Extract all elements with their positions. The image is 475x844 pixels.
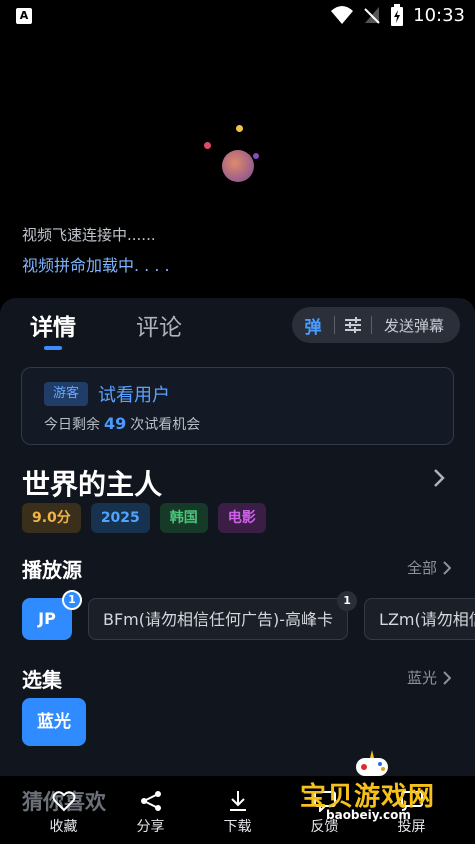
send-danmu-input[interactable]: 发送弹幕 [372,315,460,336]
source-list: JP 1 BFm(请勿相信任何广告)-高峰卡 1 LZm(请勿相信任何广告) [22,590,475,640]
status-bar: A 10:33 [0,0,475,32]
favorite-button[interactable]: 收藏 [29,790,99,836]
loading-dot [253,153,259,159]
share-button[interactable]: 分享 [116,790,186,836]
loading-text-connect: 视频飞速连接中...... [22,226,156,244]
remain-suffix: 次试看机会 [130,417,201,433]
genre-tag: 电影 [217,503,266,533]
trial-card[interactable]: 游客 试看用户 今日剩余 49 次试看机会 [21,367,454,445]
sources-all-label: 全部 [406,559,437,577]
source-item-jp[interactable]: JP 1 [22,590,82,640]
source-item-lzm[interactable]: LZm(请勿相信任何广告) [364,598,475,640]
score-tag: 9.0分 [22,503,81,533]
danmu-toggle-button[interactable]: 弹 [292,313,334,338]
source-label: BFm(请勿相信任何广告)-高峰卡 [103,610,334,629]
year-tag: 2025 [90,503,150,533]
chevron-right-icon [443,670,451,685]
status-icons: 10:33 [331,4,465,26]
danmu-bar: 弹 发送弹幕 [292,307,460,343]
loading-dot [204,142,211,149]
loading-orb [222,150,254,182]
chevron-right-icon [443,560,451,575]
tab-bar: 详情 评论 弹 发送弹幕 [0,298,475,354]
sliders-icon [345,317,361,333]
source-item-bfm[interactable]: BFm(请勿相信任何广告)-高峰卡 1 [88,591,358,640]
region-tag: 韩国 [159,503,208,533]
episode-item[interactable]: 蓝光 [22,698,86,746]
episodes-title: 选集 [22,668,62,692]
episodes-quality-button[interactable]: 蓝光 [407,667,451,688]
share-icon [140,791,161,811]
download-label: 下载 [223,819,252,835]
movie-tags: 9.0分 2025 韩国 电影 [22,503,266,533]
source-count-badge: 1 [337,591,358,611]
tab-comments[interactable]: 评论 [136,308,182,342]
trial-user-label: 试看用户 [98,385,170,406]
battery-icon [391,4,404,26]
tab-active-indicator [44,346,62,350]
wifi-icon [331,6,354,24]
favorite-label: 收藏 [49,819,78,835]
heart-icon [52,791,75,812]
source-label: LZm(请勿相信任何广告) [379,610,475,629]
sources-all-button[interactable]: 全部 [407,557,451,578]
video-player[interactable]: 视频飞速连接中...... 视频拼命加载中. . . . [0,32,475,300]
movie-title[interactable]: 世界的主人 [22,463,162,503]
tab-detail[interactable]: 详情 [30,308,76,342]
source-label: JP [38,609,56,628]
site-watermark: 宝贝游戏网 baobeiy.com [296,750,446,830]
trial-remaining: 今日剩余 49 次试看机会 [44,414,200,434]
remain-count: 49 [104,414,127,433]
watermark-url: baobeiy.com [326,808,411,822]
signal-icon [364,7,380,24]
source-count-badge: 1 [62,590,82,610]
download-icon [229,791,246,811]
danmu-settings-button[interactable] [335,317,371,333]
chevron-right-icon[interactable] [433,468,445,488]
guest-badge: 游客 [44,382,88,406]
notification-icon: A [16,8,32,24]
loading-text-buffer: 视频拼命加载中. . . . [22,256,170,275]
share-label: 分享 [136,819,165,835]
clock: 10:33 [413,4,465,26]
loading-dot [236,125,243,132]
sources-title: 播放源 [22,558,82,582]
remain-prefix: 今日剩余 [44,417,100,433]
download-button[interactable]: 下载 [203,790,273,836]
quality-label: 蓝光 [406,669,437,687]
